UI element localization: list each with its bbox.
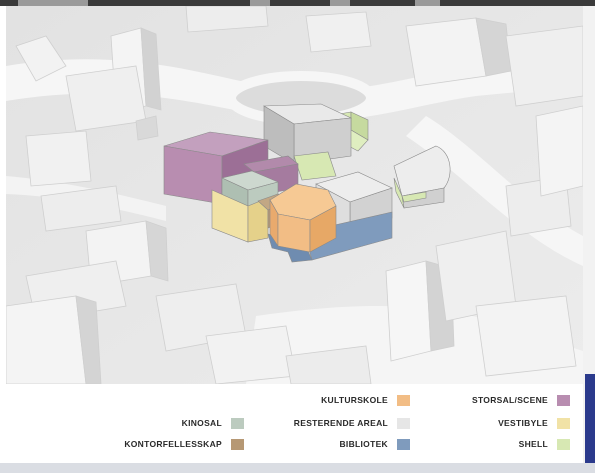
legend-label: STORSAL/SCENE [471,395,548,405]
massing-model-svg [6,6,583,384]
legend-item-vestibyle: VESTIBYLE [376,416,570,430]
legend-label: RESTERENDE AREAL [293,418,388,428]
bottom-strip [0,463,595,473]
legend-item-kinosal: KINOSAL [50,416,244,430]
legend-label: SHELL [518,439,548,449]
image-viewer: KULTURSKOLE STORSAL/SCENE KINOSAL RESTER… [0,0,595,473]
legend-label: VESTIBYLE [498,418,548,428]
legend-label: KONTORFELLESSKAP [124,439,222,449]
legend-item-kontorfellesskap: KONTORFELLESSKAP [50,437,244,451]
legend-item-storsal-scene: STORSAL/SCENE [376,393,570,407]
legend: KULTURSKOLE STORSAL/SCENE KINOSAL RESTER… [6,384,583,463]
legend-swatch [557,394,570,406]
legend-swatch [557,438,570,450]
site-massing-render [6,6,583,384]
right-accent-bar [585,374,595,464]
legend-swatch [557,417,570,429]
legend-item-shell: SHELL [376,437,570,451]
